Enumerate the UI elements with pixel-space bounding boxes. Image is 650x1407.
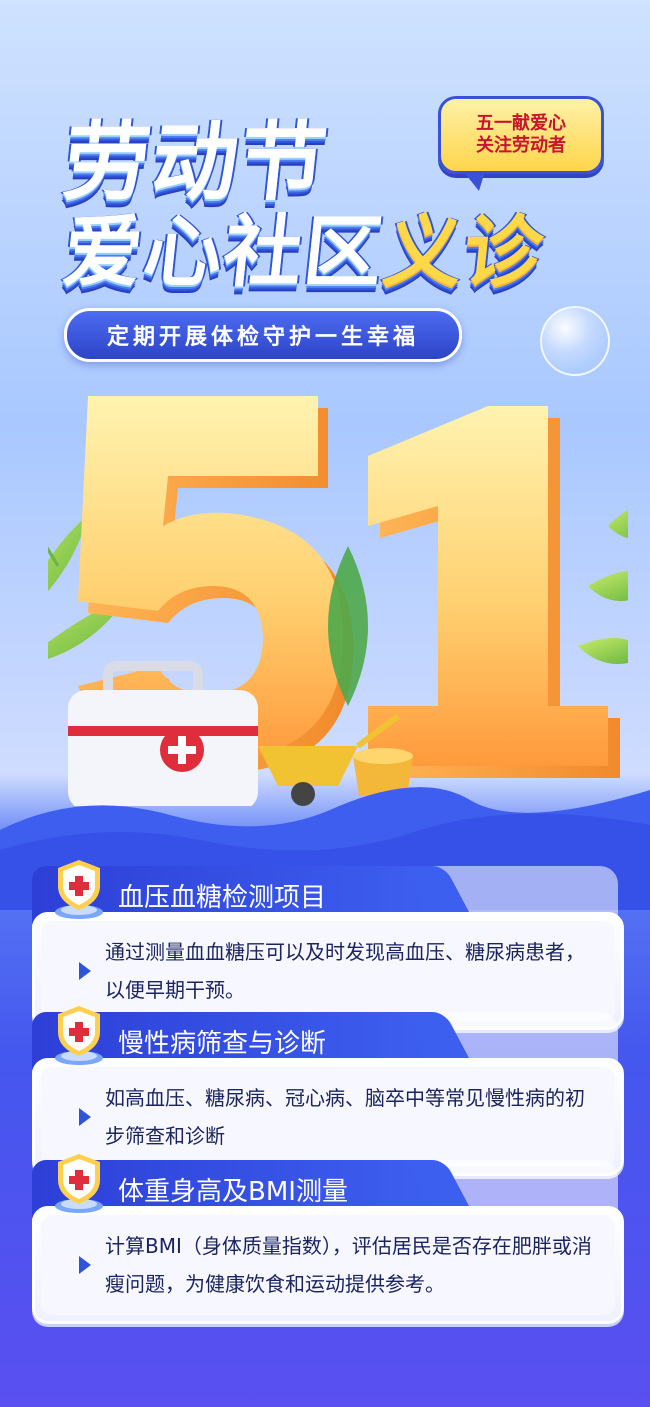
right-leaves-icon xyxy=(578,509,628,664)
slogan-bubble: 五一献爱心 关注劳动者 xyxy=(438,96,604,191)
card-body: 计算BMI（身体质量指数），评估居民是否存在肥胖或消瘦问题，为健康饮食和运动提供… xyxy=(32,1206,624,1324)
bubble-line-2: 关注劳动者 xyxy=(476,135,566,156)
sub-title-main: 爱心社区 xyxy=(59,208,389,298)
service-card-3: 体重身高及BMI测量 计算BMI（身体质量指数），评估居民是否存在肥胖或消瘦问题… xyxy=(32,1154,624,1324)
card-description: 如高血压、糖尿病、冠心病、脑卒中等常见慢性病的初步筛查和诊断 xyxy=(105,1086,585,1148)
card-body: 如高血压、糖尿病、冠心病、脑卒中等常见慢性病的初步筛查和诊断 xyxy=(32,1058,624,1176)
sub-title: 爱心社区义诊 xyxy=(59,208,548,298)
shield-cross-icon xyxy=(48,856,110,922)
hero-illustration xyxy=(48,396,628,806)
subtitle-text: 定期开展体检守护一生幸福 xyxy=(106,325,419,350)
subtitle-pill: 定期开展体检守护一生幸福 xyxy=(64,308,462,362)
card-title: 体重身高及BMI测量 xyxy=(118,1176,348,1207)
play-arrow-icon xyxy=(79,1108,91,1126)
bubble-line-1: 五一献爱心 xyxy=(476,112,566,134)
shield-cross-icon xyxy=(48,1150,110,1216)
card-description: 计算BMI（身体质量指数），评估居民是否存在肥胖或消瘦问题，为健康饮食和运动提供… xyxy=(105,1234,592,1296)
service-card-1: 血压血糖检测项目 通过测量血血糖压可以及时发现高血压、糖尿病患者，以便早期干预。 xyxy=(32,860,624,1030)
shield-cross-icon xyxy=(48,1002,110,1068)
card-title: 慢性病筛查与诊断 xyxy=(118,1028,327,1059)
main-title: 劳动节 xyxy=(58,113,334,213)
poster: 五一献爱心 关注劳动者 劳动节 爱心社区义诊 定期开展体检守护一生幸福 血压血糖… xyxy=(0,0,650,1407)
digit-one-icon xyxy=(368,406,620,778)
sub-title-highlight: 义诊 xyxy=(379,208,549,298)
play-arrow-icon xyxy=(79,1256,91,1274)
card-description: 通过测量血血糖压可以及时发现高血压、糖尿病患者，以便早期干预。 xyxy=(105,940,585,1002)
play-arrow-icon xyxy=(79,962,91,980)
service-card-2: 慢性病筛查与诊断 如高血压、糖尿病、冠心病、脑卒中等常见慢性病的初步筛查和诊断 xyxy=(32,1006,624,1176)
card-title: 血压血糖检测项目 xyxy=(118,882,327,913)
